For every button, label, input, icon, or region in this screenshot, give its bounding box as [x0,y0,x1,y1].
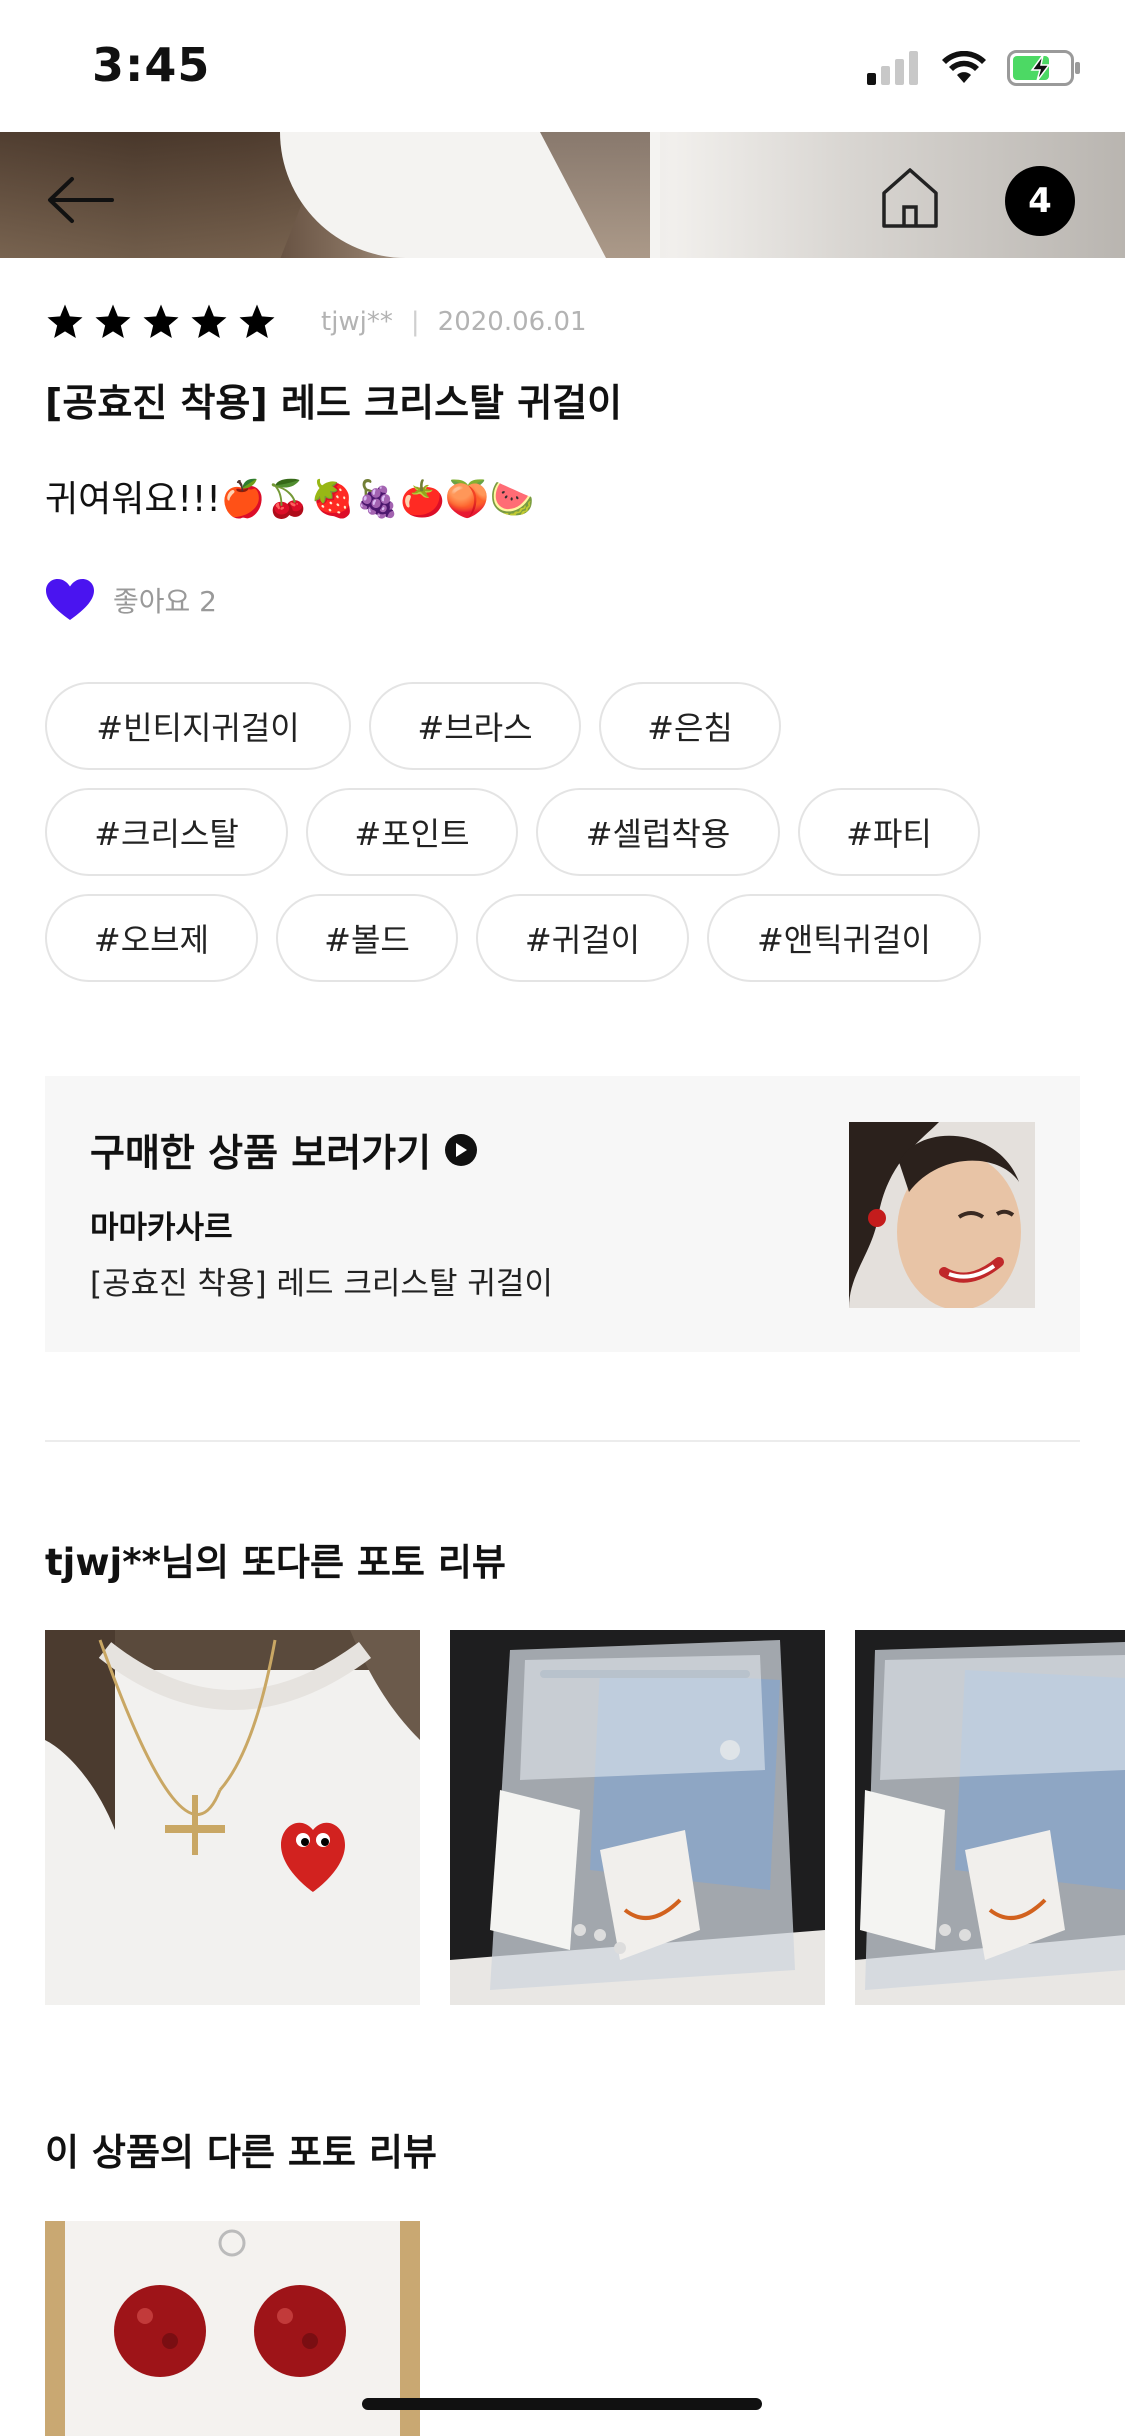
view-product-label: 구매한 상품 보러가기 [90,1131,432,1175]
heart-icon [46,579,94,620]
tag-row: #크리스탈 #포인트 #셀럽착용 #파티 [45,788,1085,876]
star-icon [95,304,131,338]
hashtag-chip[interactable]: #귀걸이 [476,894,689,982]
like-button[interactable]: 좋아요 2 [45,578,217,622]
photo-review-thumbnail[interactable] [855,1630,1125,2005]
product-thumbnail[interactable] [849,1122,1035,1308]
hashtag-list: #빈티지귀걸이 #브라스 #은침 #크리스탈 #포인트 #셀럽착용 #파티 #오… [45,682,1085,1000]
section-divider [45,1440,1080,1442]
view-product-link[interactable]: 구매한 상품 보러가기 [90,1122,478,1177]
hashtag-chip[interactable]: #셀럽착용 [536,788,780,876]
product-name: [공효진 착용] 레드 크리스탈 귀걸이 [90,1266,553,1302]
hashtag-chip[interactable]: #브라스 [369,682,581,770]
meta-separator: | [410,307,420,337]
hashtag-chip[interactable]: #볼드 [276,894,458,982]
review-product-title: [공효진 착용] 레드 크리스탈 귀걸이 [45,381,623,425]
home-indicator[interactable] [362,2398,762,2410]
purchased-product-card[interactable]: 구매한 상품 보러가기 마마카사르 [공효진 착용] 레드 크리스탈 귀걸이 [45,1076,1080,1352]
tag-row: #빈티지귀걸이 #브라스 #은침 [45,682,1085,770]
wifi-icon [942,51,986,83]
tag-row: #오브제 #볼드 #귀걸이 #앤틱귀걸이 [45,894,1085,982]
home-icon [882,168,938,228]
star-rating [45,302,277,342]
review-meta: tjwj** | 2020.06.01 [321,307,587,337]
arrow-left-icon [48,177,114,223]
review-date: 2020.06.01 [437,307,587,337]
hashtag-chip[interactable]: #포인트 [306,788,518,876]
star-icon [143,304,179,338]
status-time: 3:45 [92,38,211,92]
review-text: 귀여워요!!!🍎🍒🍓🍇🍅🍑🍉 [45,479,535,520]
shop-name: 마마카사르 [90,1210,233,1246]
photo-review-thumbnail[interactable] [45,1630,420,2005]
photo-count-badge[interactable]: 4 [1005,166,1075,236]
hashtag-chip[interactable]: #오브제 [45,894,258,982]
author-photos-title: tjwj**님의 또다른 포토 리뷰 [45,1541,506,1584]
hashtag-chip[interactable]: #크리스탈 [45,788,288,876]
review-author: tjwj** [321,307,393,337]
hashtag-chip[interactable]: #빈티지귀걸이 [45,682,351,770]
star-icon [191,304,227,338]
like-count-label: 좋아요 2 [113,585,217,618]
star-icon [239,304,275,338]
play-circle-icon [445,1133,478,1166]
battery-charging-icon [1007,50,1080,86]
photo-review-thumbnail[interactable] [450,1630,825,2005]
home-button[interactable] [872,160,948,236]
rating-row: tjwj** | 2020.06.01 [45,302,587,342]
review-photo-header [0,132,1125,258]
product-photos-title: 이 상품의 다른 포토 리뷰 [45,2131,437,2174]
status-icons [867,48,1081,88]
back-button[interactable] [40,160,120,240]
status-bar: 3:45 [0,0,1125,132]
hashtag-chip[interactable]: #은침 [599,682,781,770]
hashtag-chip[interactable]: #파티 [798,788,980,876]
hashtag-chip[interactable]: #앤틱귀걸이 [707,894,981,982]
cellular-signal-icon [867,51,918,85]
star-icon [47,304,83,338]
